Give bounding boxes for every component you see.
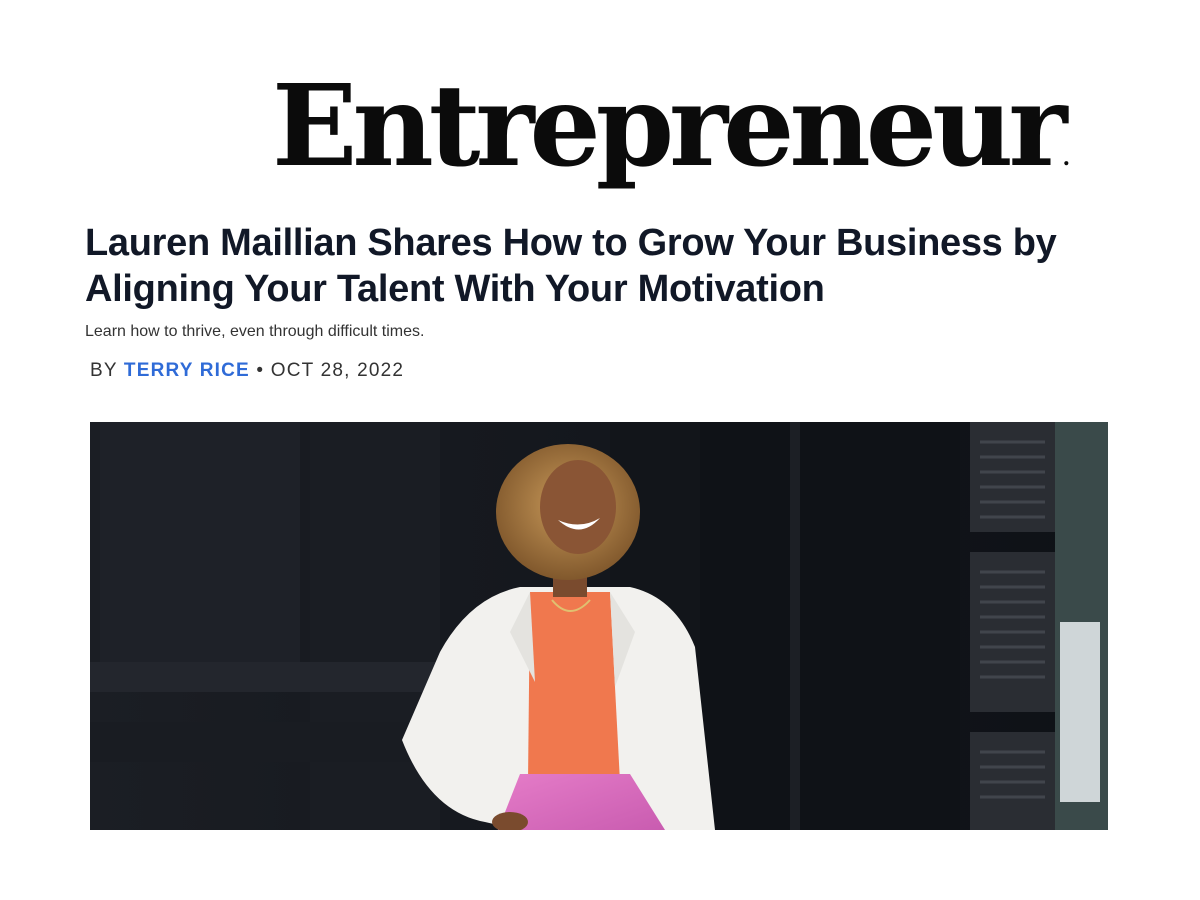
publish-date: OCT 28, 2022 (270, 360, 405, 381)
byline-separator: • (256, 360, 265, 381)
logo-mark: . (1062, 145, 1071, 171)
article-headline: Lauren Maillian Shares How to Grow Your … (85, 222, 1057, 310)
hero-image (90, 422, 1108, 830)
byline-prefix: BY (90, 360, 118, 381)
article-subtitle: Learn how to thrive, even through diffic… (85, 323, 425, 340)
author-link[interactable]: TERRY RICE (124, 360, 250, 381)
byline: BY TERRY RICE • OCT 28, 2022 (90, 358, 404, 384)
entrepreneur-logo[interactable]: Entrepreneur. (272, 52, 1070, 202)
logo-wordmark: Entrepreneur (272, 61, 1067, 192)
hero-photo-illustration (90, 422, 1108, 830)
